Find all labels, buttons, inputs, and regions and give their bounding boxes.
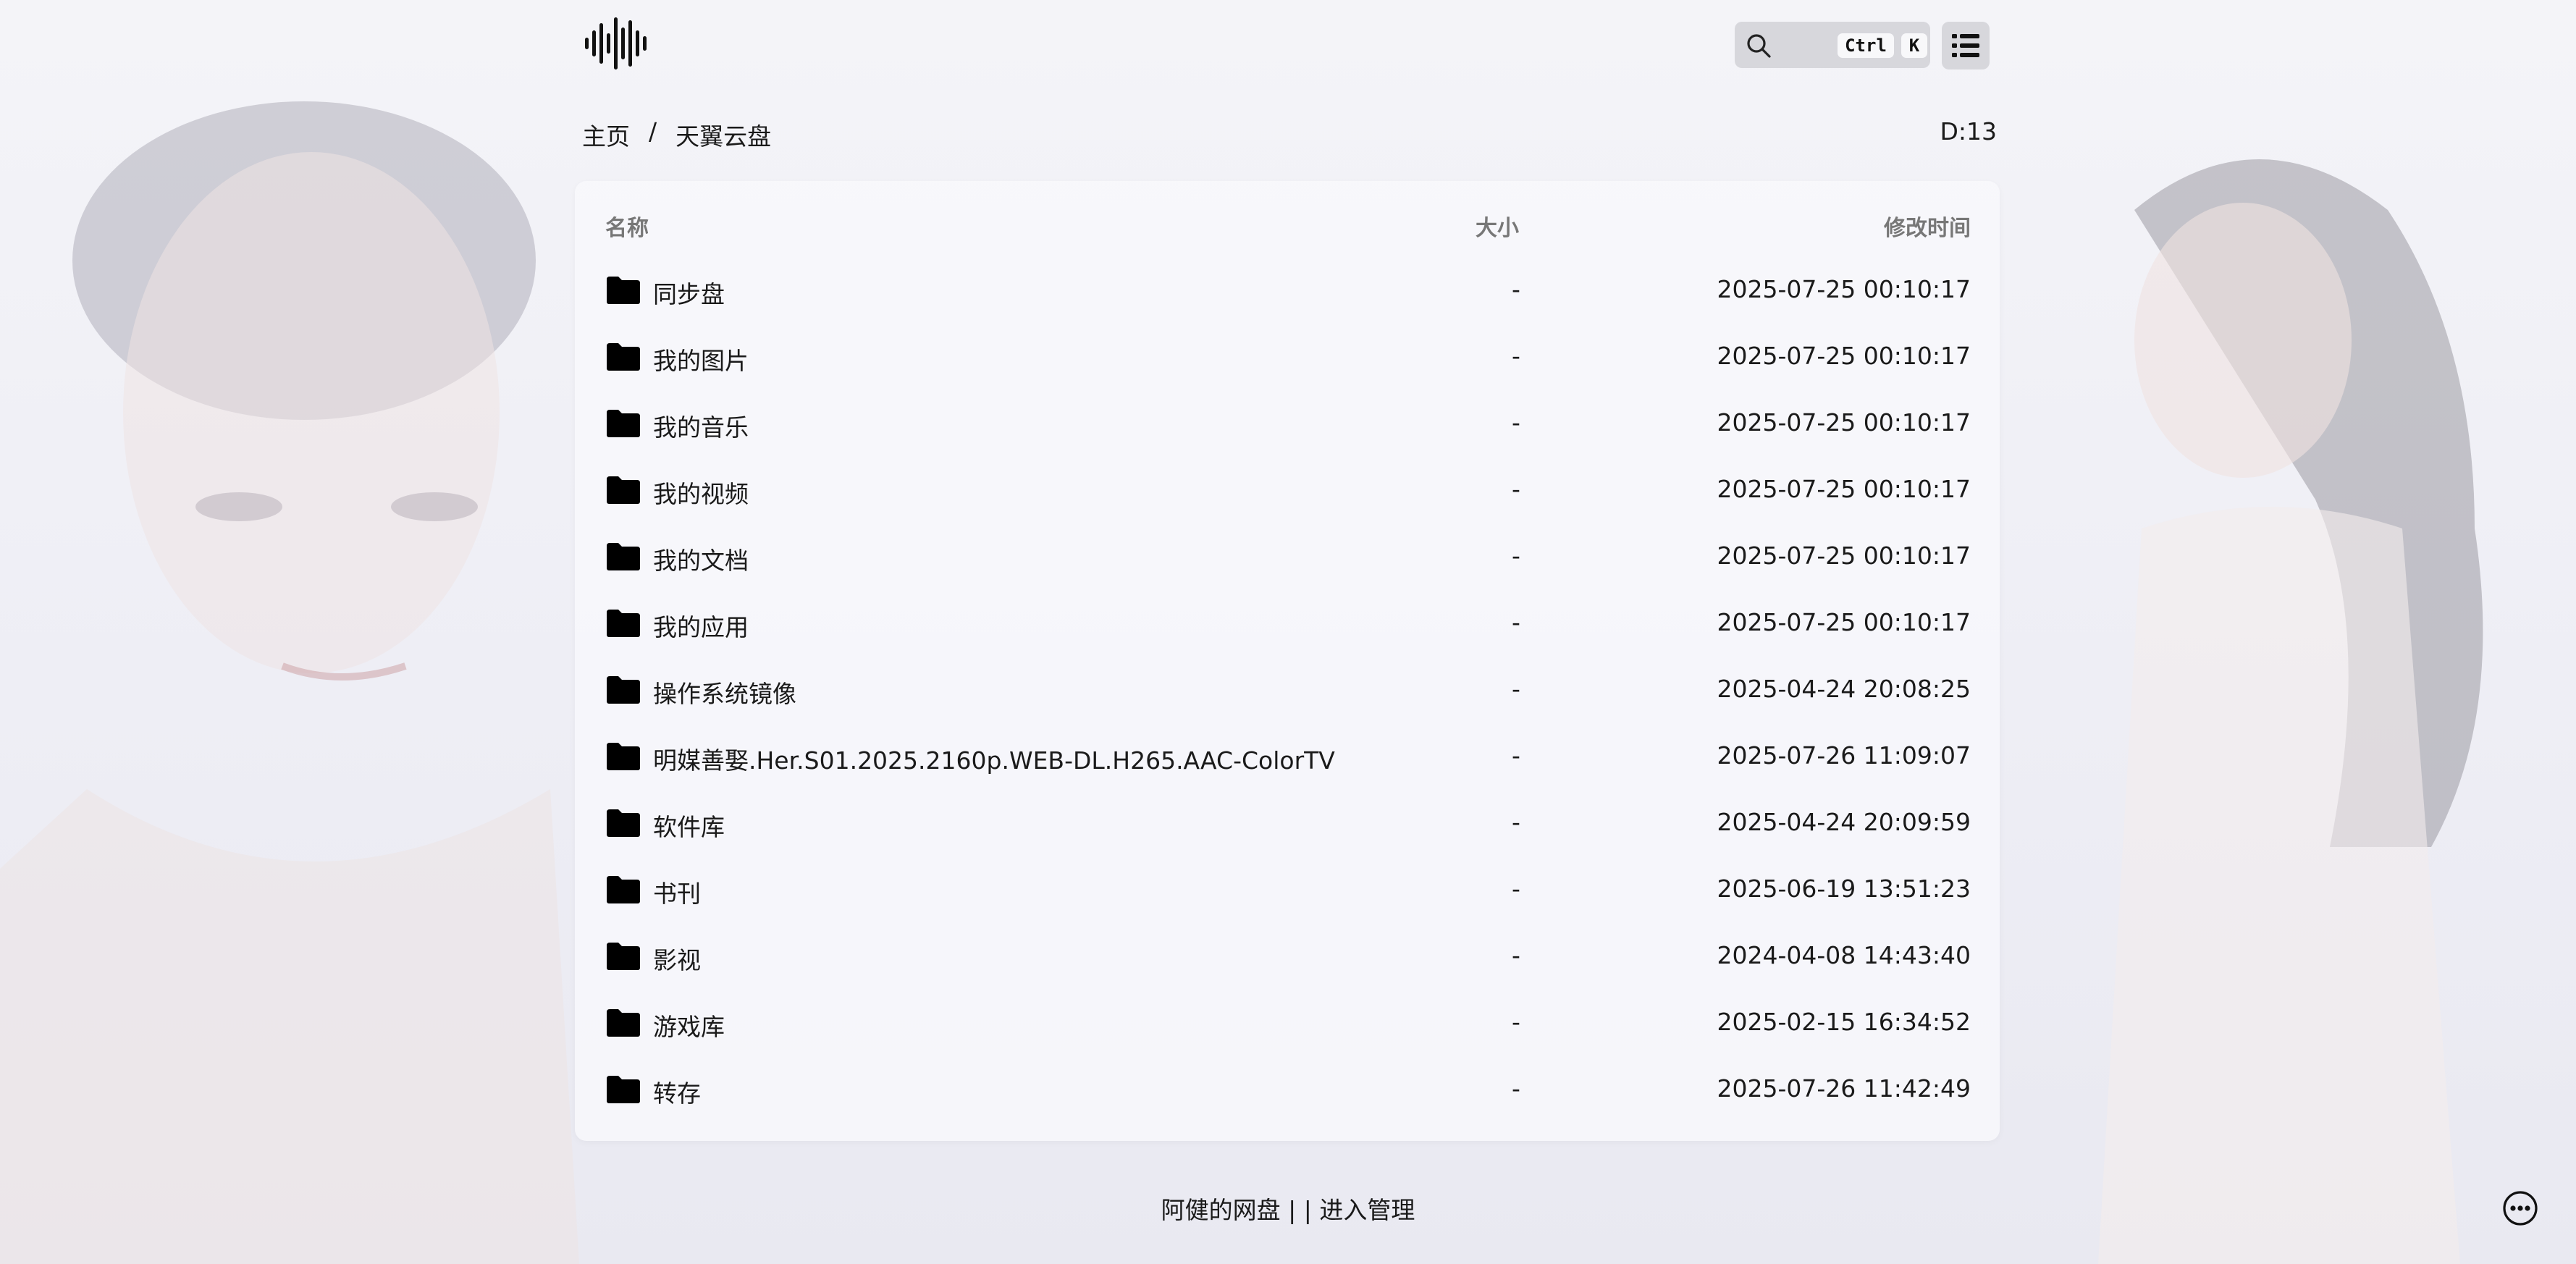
file-name[interactable]: 同步盘 (653, 275, 725, 310)
directory-count: D:13 (1940, 117, 1997, 146)
search-input[interactable] (1778, 28, 1832, 64)
footer-site-name: 阿健的网盘 (1161, 1196, 1281, 1224)
table-row[interactable]: 我的图片 - 2025-07-25 00:10:17 (575, 326, 2000, 392)
file-modified: 2025-07-25 00:10:17 (1717, 342, 1971, 370)
table-row[interactable]: 转存 - 2025-07-26 11:42:49 (575, 1058, 2000, 1125)
header-size[interactable]: 大小 (1476, 210, 1519, 242)
folder-icon (607, 943, 640, 970)
admin-link[interactable]: 进入管理 (1319, 1196, 1415, 1224)
folder-icon (607, 676, 640, 704)
file-modified: 2025-07-25 00:10:17 (1717, 475, 1971, 503)
breadcrumb: 主页 / 天翼云盘 (582, 117, 771, 152)
folder-icon (607, 876, 640, 903)
file-size: - (1512, 675, 1520, 703)
shortcut-key-ctrl: Ctrl (1838, 33, 1894, 58)
folder-icon (607, 476, 640, 504)
header-modified[interactable]: 修改时间 (1884, 210, 1971, 242)
file-size: - (1512, 1074, 1520, 1103)
file-name[interactable]: 影视 (653, 941, 701, 976)
folder-icon (607, 277, 640, 304)
search-icon (1747, 34, 1771, 58)
file-size: - (1512, 741, 1520, 770)
table-row[interactable]: 游戏库 - 2025-02-15 16:34:52 (575, 992, 2000, 1058)
file-modified: 2025-07-26 11:42:49 (1717, 1074, 1971, 1103)
breadcrumb-current[interactable]: 天翼云盘 (675, 117, 771, 152)
table-header: 名称 大小 修改时间 (575, 210, 2000, 246)
file-name[interactable]: 转存 (653, 1074, 701, 1109)
file-name[interactable]: 我的图片 (653, 342, 749, 376)
footer: 阿健的网盘 | | 进入管理 (575, 1191, 2001, 1226)
table-row[interactable]: 我的文档 - 2025-07-25 00:10:17 (575, 526, 2000, 592)
table-row[interactable]: 操作系统镜像 - 2025-04-24 20:08:25 (575, 659, 2000, 725)
folder-icon (607, 543, 640, 570)
file-name[interactable]: 我的文档 (653, 542, 749, 576)
folder-icon (607, 809, 640, 837)
table-row[interactable]: 影视 - 2024-04-08 14:43:40 (575, 925, 2000, 992)
footer-divider: | | (1288, 1196, 1312, 1224)
breadcrumb-separator: / (649, 117, 657, 146)
file-name[interactable]: 我的视频 (653, 475, 749, 510)
folder-icon (607, 1076, 640, 1103)
main-container: Ctrl K 主页 / 天翼云盘 D:13 名称 大小 修改时间 同步盘 - 202… (575, 0, 2001, 1264)
file-modified: 2025-02-15 16:34:52 (1717, 1008, 1971, 1036)
file-name[interactable]: 书刊 (653, 875, 701, 909)
file-size: - (1512, 608, 1520, 636)
file-size: - (1512, 808, 1520, 836)
menu-button[interactable] (1942, 22, 1990, 69)
file-size: - (1512, 408, 1520, 437)
file-size: - (1512, 875, 1520, 903)
file-size: - (1512, 475, 1520, 503)
list-icon (1952, 34, 1979, 57)
table-row[interactable]: 明媒善娶.Her.S01.2025.2160p.WEB-DL.H265.AAC-… (575, 725, 2000, 792)
search-box[interactable]: Ctrl K (1735, 22, 1930, 68)
file-size: - (1512, 275, 1520, 303)
folder-icon (607, 743, 640, 770)
file-name[interactable]: 明媒善娶.Her.S01.2025.2160p.WEB-DL.H265.AAC-… (653, 741, 1335, 776)
logo-sound-wave-icon[interactable] (584, 16, 653, 71)
table-row[interactable]: 同步盘 - 2025-07-25 00:10:17 (575, 259, 2000, 326)
file-modified: 2025-04-24 20:08:25 (1717, 675, 1971, 703)
file-modified: 2025-04-24 20:09:59 (1717, 808, 1971, 836)
file-modified: 2025-07-25 00:10:17 (1717, 542, 1971, 570)
file-modified: 2025-06-19 13:51:23 (1717, 875, 1971, 903)
table-row[interactable]: 我的视频 - 2025-07-25 00:10:17 (575, 459, 2000, 526)
folder-icon (607, 1009, 640, 1037)
shortcut-key-k: K (1901, 33, 1927, 58)
file-name[interactable]: 游戏库 (653, 1008, 725, 1042)
file-modified: 2025-07-25 00:10:17 (1717, 608, 1971, 636)
table-row[interactable]: 软件库 - 2025-04-24 20:09:59 (575, 792, 2000, 859)
folder-icon (607, 610, 640, 637)
file-size: - (1512, 941, 1520, 969)
background-portrait-left (0, 101, 579, 1264)
file-name[interactable]: 我的音乐 (653, 408, 749, 443)
file-list: 同步盘 - 2025-07-25 00:10:17 我的图片 - 2025-07-25 0… (575, 259, 2000, 1125)
breadcrumb-home[interactable]: 主页 (582, 117, 630, 152)
file-name[interactable]: 我的应用 (653, 608, 749, 643)
file-modified: 2025-07-25 00:10:17 (1717, 275, 1971, 303)
table-row[interactable]: 我的音乐 - 2025-07-25 00:10:17 (575, 392, 2000, 459)
file-size: - (1512, 342, 1520, 370)
file-size: - (1512, 542, 1520, 570)
folder-icon (607, 410, 640, 437)
more-ellipsis-circle-icon[interactable] (2502, 1190, 2538, 1226)
table-row[interactable]: 书刊 - 2025-06-19 13:51:23 (575, 859, 2000, 925)
file-modified: 2025-07-26 11:09:07 (1717, 741, 1971, 770)
header-name[interactable]: 名称 (605, 210, 649, 242)
folder-icon (607, 343, 640, 371)
file-size: - (1512, 1008, 1520, 1036)
table-row[interactable]: 我的应用 - 2025-07-25 00:10:17 (575, 592, 2000, 659)
file-name[interactable]: 软件库 (653, 808, 725, 843)
file-modified: 2025-07-25 00:10:17 (1717, 408, 1971, 437)
file-modified: 2024-04-08 14:43:40 (1717, 941, 1971, 969)
file-list-card: 名称 大小 修改时间 同步盘 - 2025-07-25 00:10:17 我的图片 - 2… (575, 181, 2000, 1141)
background-portrait-right (2098, 159, 2483, 1264)
file-name[interactable]: 操作系统镜像 (653, 675, 796, 709)
